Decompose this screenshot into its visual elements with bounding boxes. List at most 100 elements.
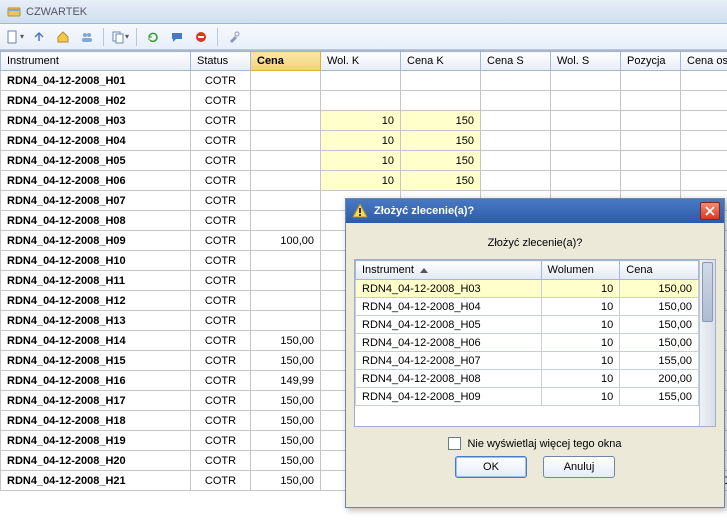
cell-cena: 150,00 (251, 391, 321, 411)
dialog-title: Złożyć zlecenie(a)? (374, 205, 700, 217)
cell-wolk: 10 (321, 131, 401, 151)
dlg-col-wolumen[interactable]: Wolumen (541, 261, 620, 280)
cell-status: COTR (191, 351, 251, 371)
dlg-row[interactable]: RDN4_04-12-2008_H0510150,00 (356, 316, 699, 334)
dialog-grid[interactable]: Instrument Wolumen Cena RDN4_04-12-2008_… (354, 259, 716, 427)
dlg-row[interactable]: RDN4_04-12-2008_H0710155,00 (356, 352, 699, 370)
cell-status: COTR (191, 171, 251, 191)
cell-cenak: 150 (401, 131, 481, 151)
table-row[interactable]: RDN4_04-12-2008_H04COTR10150 (1, 131, 727, 151)
refresh-icon[interactable] (142, 27, 164, 47)
col-wolk[interactable]: Wol. K (321, 52, 401, 71)
cell-cena (251, 311, 321, 331)
cell-cena: 150,00 (251, 451, 321, 471)
col-status[interactable]: Status (191, 52, 251, 71)
dlg-col-instrument[interactable]: Instrument (356, 261, 542, 280)
cell-instrument: RDN4_04-12-2008_H08 (1, 211, 191, 231)
stop-icon[interactable] (190, 27, 212, 47)
toolbar: ▾ ▾ (0, 24, 727, 50)
cell-cena: 150,00 (251, 331, 321, 351)
cell-instrument: RDN4_04-12-2008_H07 (1, 191, 191, 211)
cell-instrument: RDN4_04-12-2008_H21 (1, 471, 191, 491)
sort-asc-icon (420, 268, 428, 273)
table-row[interactable]: RDN4_04-12-2008_H02COTR (1, 91, 727, 111)
dlg-cell-instrument: RDN4_04-12-2008_H07 (356, 352, 542, 370)
dlg-cell-instrument: RDN4_04-12-2008_H05 (356, 316, 542, 334)
close-button[interactable] (700, 202, 720, 220)
cell-cenaost (681, 171, 727, 191)
cell-status: COTR (191, 211, 251, 231)
warning-icon (352, 203, 368, 219)
dlg-row[interactable]: RDN4_04-12-2008_H0610150,00 (356, 334, 699, 352)
suppress-checkbox[interactable] (448, 437, 461, 450)
dlg-row[interactable]: RDN4_04-12-2008_H0310150,00 (356, 280, 699, 298)
cell-cenas (481, 131, 551, 151)
cell-cenas (481, 111, 551, 131)
cell-cenaost (681, 111, 727, 131)
cell-cenak: 150 (401, 111, 481, 131)
table-row[interactable]: RDN4_04-12-2008_H06COTR10150 (1, 171, 727, 191)
cell-instrument: RDN4_04-12-2008_H11 (1, 271, 191, 291)
cell-cena: 150,00 (251, 411, 321, 431)
dlg-cell-cena: 150,00 (620, 316, 699, 334)
dlg-row[interactable]: RDN4_04-12-2008_H0410150,00 (356, 298, 699, 316)
toolbar-separator (217, 28, 218, 46)
dlg-cell-wolumen: 10 (541, 280, 620, 298)
users-icon[interactable] (76, 27, 98, 47)
export-icon[interactable] (28, 27, 50, 47)
cell-instrument: RDN4_04-12-2008_H10 (1, 251, 191, 271)
col-cenas[interactable]: Cena S (481, 52, 551, 71)
col-wols[interactable]: Wol. S (551, 52, 621, 71)
cell-instrument: RDN4_04-12-2008_H04 (1, 131, 191, 151)
col-instrument[interactable]: Instrument (1, 52, 191, 71)
cancel-button[interactable]: Anuluj (543, 456, 615, 478)
dlg-cell-wolumen: 10 (541, 370, 620, 388)
col-cenak[interactable]: Cena K (401, 52, 481, 71)
cell-status: COTR (191, 91, 251, 111)
dialog-titlebar[interactable]: Złożyć zlecenie(a)? (346, 199, 724, 223)
table-row[interactable]: RDN4_04-12-2008_H05COTR10150 (1, 151, 727, 171)
cell-instrument: RDN4_04-12-2008_H20 (1, 451, 191, 471)
cell-cenas (481, 171, 551, 191)
cell-cenak (401, 71, 481, 91)
dialog-question: Złożyć zlecenie(a)? (354, 237, 716, 249)
cell-instrument: RDN4_04-12-2008_H09 (1, 231, 191, 251)
dlg-row[interactable]: RDN4_04-12-2008_H0810200,00 (356, 370, 699, 388)
cell-instrument: RDN4_04-12-2008_H02 (1, 91, 191, 111)
cell-cena (251, 151, 321, 171)
home-icon[interactable] (52, 27, 74, 47)
grid-header-row: Instrument Status Cena Wol. K Cena K Cen… (1, 52, 727, 71)
suppress-checkbox-row: Nie wyświetlaj więcej tego okna (354, 437, 716, 450)
cell-instrument: RDN4_04-12-2008_H15 (1, 351, 191, 371)
cell-wols (551, 91, 621, 111)
ok-button[interactable]: OK (455, 456, 527, 478)
dialog-scrollbar[interactable] (699, 260, 715, 426)
cell-instrument: RDN4_04-12-2008_H12 (1, 291, 191, 311)
copy-icon[interactable]: ▾ (109, 27, 131, 47)
suppress-checkbox-label[interactable]: Nie wyświetlaj więcej tego okna (467, 438, 621, 450)
cell-status: COTR (191, 251, 251, 271)
table-row[interactable]: RDN4_04-12-2008_H03COTR10150 (1, 111, 727, 131)
doc-icon[interactable]: ▾ (4, 27, 26, 47)
dlg-cell-wolumen: 10 (541, 352, 620, 370)
dlg-cell-instrument: RDN4_04-12-2008_H03 (356, 280, 542, 298)
cell-instrument: RDN4_04-12-2008_H05 (1, 151, 191, 171)
dlg-cell-wolumen: 10 (541, 298, 620, 316)
tools-icon[interactable] (223, 27, 245, 47)
dlg-row[interactable]: RDN4_04-12-2008_H0910155,00 (356, 388, 699, 406)
table-row[interactable]: RDN4_04-12-2008_H01COTR (1, 71, 727, 91)
scrollbar-thumb[interactable] (702, 262, 713, 322)
cell-wols (551, 71, 621, 91)
col-cenaost[interactable]: Cena ost. (681, 52, 727, 71)
cell-cenaost (681, 91, 727, 111)
col-cena[interactable]: Cena (251, 52, 321, 71)
chat-icon[interactable] (166, 27, 188, 47)
dlg-col-cena[interactable]: Cena (620, 261, 699, 280)
dlg-cell-wolumen: 10 (541, 388, 620, 406)
col-pozycja[interactable]: Pozycja (621, 52, 681, 71)
cell-pozycja (621, 111, 681, 131)
cell-status: COTR (191, 111, 251, 131)
dlg-cell-instrument: RDN4_04-12-2008_H04 (356, 298, 542, 316)
cell-cena (251, 71, 321, 91)
cell-cena (251, 111, 321, 131)
